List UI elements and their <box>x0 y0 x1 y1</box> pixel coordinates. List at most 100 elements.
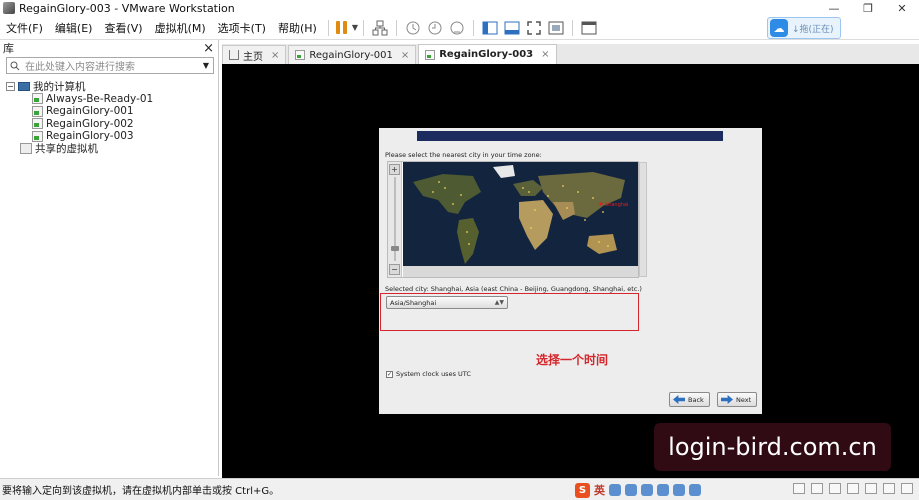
tab-regainglory-003[interactable]: RegainGlory-003 × <box>418 44 557 64</box>
send-ctrl-alt-del-button[interactable] <box>369 18 391 38</box>
vm-icon <box>295 50 306 60</box>
ime-toolbar: S 英 <box>575 481 701 499</box>
annotation-highlight-box <box>380 293 639 331</box>
zoom-out-icon[interactable]: − <box>389 264 400 275</box>
power-dropdown-icon[interactable]: ▼ <box>352 23 358 32</box>
library-panel: 库 × 在此处键入内容进行搜索 ▼ − 我的计算机 Always-Be-Read… <box>0 40 219 476</box>
tree-node-vm[interactable]: RegainGlory-003 <box>6 130 218 143</box>
cd-dvd-icon[interactable] <box>811 483 823 494</box>
vmware-app-icon <box>3 2 15 14</box>
zoom-slider-thumb[interactable] <box>391 246 399 251</box>
search-icon <box>10 61 20 70</box>
menu-file[interactable]: 文件(F) <box>0 20 49 36</box>
toolbar-separator <box>362 19 364 36</box>
revert-icon <box>428 21 442 34</box>
utc-checkbox-row[interactable]: ✓ System clock uses UTC <box>386 370 471 378</box>
utc-checkbox[interactable]: ✓ <box>386 370 393 378</box>
thumbnail-bar-button[interactable] <box>501 18 523 38</box>
world-map[interactable]: Shanghai <box>403 162 638 277</box>
network-adapter-icon[interactable] <box>829 483 841 494</box>
restore-button[interactable]: ❐ <box>851 0 885 16</box>
display-icon[interactable] <box>901 483 913 494</box>
tree-label: Always-Be-Ready-01 <box>46 92 154 105</box>
library-search-input[interactable]: 在此处键入内容进行搜索 ▼ <box>6 57 214 74</box>
cloud-icon: ☁ <box>770 19 788 37</box>
vm-icon <box>425 49 436 60</box>
timezone-prompt: Please select the nearest city in your t… <box>385 151 542 159</box>
console-view-button[interactable] <box>578 18 600 38</box>
title-bar: RegainGlory-003 - VMware Workstation — ❐… <box>0 0 919 16</box>
menu-vm[interactable]: 虚拟机(M) <box>149 20 212 36</box>
full-screen-button[interactable] <box>523 18 545 38</box>
tab-bar: 主页 × RegainGlory-001 × RegainGlory-003 × <box>222 44 919 64</box>
tree-node-vm[interactable]: RegainGlory-001 <box>6 105 218 118</box>
back-button[interactable]: Back <box>669 392 710 407</box>
tab-close-button[interactable]: × <box>541 49 549 60</box>
search-dropdown-icon[interactable]: ▼ <box>203 61 209 70</box>
tab-regainglory-001[interactable]: RegainGlory-001 × <box>288 45 417 64</box>
zoom-in-icon[interactable]: + <box>389 164 400 175</box>
window-controls: — ❐ ✕ <box>817 0 919 16</box>
console-icon <box>581 21 597 34</box>
status-message: 要将输入定向到该虚拟机，请在虚拟机内部单击或按 Ctrl+G。 <box>2 486 280 497</box>
tab-label: RegainGlory-003 <box>439 49 534 60</box>
next-button[interactable]: Next <box>717 392 758 407</box>
annotation-text: 选择一个时间 <box>536 353 609 367</box>
tree-label: RegainGlory-001 <box>46 105 134 118</box>
tab-home[interactable]: 主页 × <box>222 45 287 64</box>
back-arrow-icon <box>673 395 685 404</box>
map-zoom-controls: + − <box>388 162 402 277</box>
keyboard-icon[interactable] <box>657 484 669 496</box>
library-header: 库 × <box>0 40 218 56</box>
hard-disk-icon[interactable] <box>793 483 805 494</box>
snapshot-button[interactable] <box>402 18 424 38</box>
unity-button[interactable] <box>545 18 567 38</box>
show-library-button[interactable] <box>479 18 501 38</box>
unity-icon <box>548 21 564 34</box>
punctuation-icon[interactable] <box>609 484 621 496</box>
tree-node-vm[interactable]: RegainGlory-002 <box>6 118 218 131</box>
map-scrollbar[interactable] <box>639 162 647 277</box>
printer-icon[interactable] <box>883 483 895 494</box>
usb-icon[interactable] <box>847 483 859 494</box>
revert-snapshot-button[interactable] <box>424 18 446 38</box>
vm-console-screen[interactable]: Please select the nearest city in your t… <box>222 64 919 478</box>
tab-close-button[interactable]: × <box>401 50 409 61</box>
tree-node-my-computer[interactable]: − 我的计算机 <box>6 80 218 93</box>
window-title: RegainGlory-003 - VMware Workstation <box>19 1 235 15</box>
ime-language-toggle[interactable]: 英 <box>594 482 605 498</box>
search-placeholder: 在此处键入内容进行搜索 <box>25 62 135 73</box>
sogou-ime-icon[interactable]: S <box>575 482 590 498</box>
menu-view[interactable]: 查看(V) <box>98 20 148 36</box>
menu-edit[interactable]: 编辑(E) <box>49 20 99 36</box>
tree-label: RegainGlory-002 <box>46 117 134 130</box>
menu-tabs[interactable]: 选项卡(T) <box>212 20 272 36</box>
cloud-sync-badge[interactable]: ☁ ↓拖(正在) <box>767 17 841 39</box>
pause-button[interactable] <box>334 18 350 38</box>
tools-icon[interactable] <box>689 484 701 496</box>
library-close-button[interactable]: × <box>203 41 214 56</box>
microphone-icon[interactable] <box>641 484 653 496</box>
toolbar-separator <box>472 19 474 36</box>
close-window-button[interactable]: ✕ <box>885 0 919 16</box>
menu-help[interactable]: 帮助(H) <box>272 20 323 36</box>
next-button-label: Next <box>736 395 752 404</box>
vm-icon <box>32 118 43 130</box>
snapshot-manager-button[interactable] <box>446 18 468 38</box>
skin-icon[interactable] <box>673 484 685 496</box>
collapse-icon[interactable]: − <box>6 81 15 91</box>
selected-city-text: Selected city: Shanghai, Asia (east Chin… <box>385 285 642 293</box>
tree-node-vm[interactable]: Always-Be-Ready-01 <box>6 93 218 106</box>
tree-node-shared-vms[interactable]: 共享的虚拟机 <box>6 143 218 156</box>
snapshot-manager-icon <box>450 21 464 34</box>
home-icon <box>229 50 239 60</box>
vm-tree: − 我的计算机 Always-Be-Ready-01 RegainGlory-0… <box>6 80 218 155</box>
emoji-icon[interactable] <box>625 484 637 496</box>
thumbnail-icon <box>504 21 520 34</box>
sound-card-icon[interactable] <box>865 483 877 494</box>
tab-label: 主页 <box>243 51 263 63</box>
minimize-button[interactable]: — <box>817 0 851 16</box>
map-marker-label: Shanghai <box>605 202 628 208</box>
tree-label: 共享的虚拟机 <box>35 143 98 156</box>
tab-close-button[interactable]: × <box>271 50 279 61</box>
